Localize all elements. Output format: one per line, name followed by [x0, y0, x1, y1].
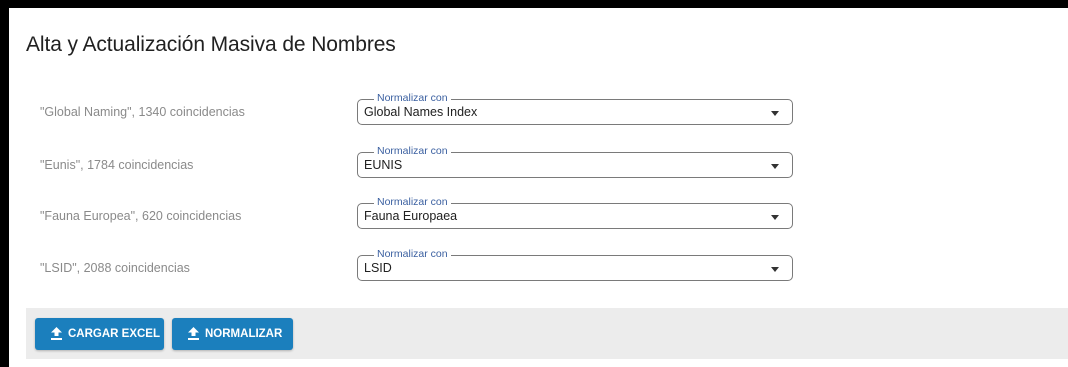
normalizer-select-lsid[interactable]: Normalizar con LSID [357, 248, 793, 281]
row-label-eunis: "Eunis", 1784 coincidencias [40, 158, 194, 172]
select-legend: Normalizar con [374, 92, 451, 104]
normalizer-select-eunis[interactable]: Normalizar con EUNIS [357, 145, 793, 178]
row-label-global-naming: "Global Naming", 1340 coincidencias [40, 105, 245, 119]
select-value: Global Names Index [364, 105, 478, 119]
row-label-fauna-europea: "Fauna Europea", 620 coincidencias [40, 209, 242, 223]
caret-down-icon[interactable] [771, 267, 779, 272]
select-legend: Normalizar con [374, 196, 451, 208]
select-value: Fauna Europaea [364, 209, 458, 223]
normalize-button[interactable]: NORMALIZAR [172, 318, 293, 350]
load-excel-label: CARGAR EXCEL [68, 328, 161, 340]
select-legend: Normalizar con [374, 145, 451, 157]
upload-icon [188, 327, 199, 340]
load-excel-button[interactable]: CARGAR EXCEL [35, 318, 164, 350]
page-title: Alta y Actualización Masiva de Nombres [26, 33, 396, 56]
select-value: LSID [364, 261, 392, 275]
caret-down-icon[interactable] [771, 215, 779, 220]
window-frame-left [0, 0, 9, 367]
caret-down-icon[interactable] [771, 111, 779, 116]
select-legend: Normalizar con [374, 248, 451, 260]
row-label-lsid: "LSID", 2088 coincidencias [40, 261, 190, 275]
normalizer-select-global-naming[interactable]: Normalizar con Global Names Index [357, 92, 793, 125]
upload-icon [51, 327, 62, 340]
select-value: EUNIS [364, 158, 403, 172]
window-frame-top [0, 0, 1068, 8]
normalizer-select-fauna-europea[interactable]: Normalizar con Fauna Europaea [357, 196, 793, 229]
normalize-label: NORMALIZAR [205, 328, 283, 340]
caret-down-icon[interactable] [771, 164, 779, 169]
